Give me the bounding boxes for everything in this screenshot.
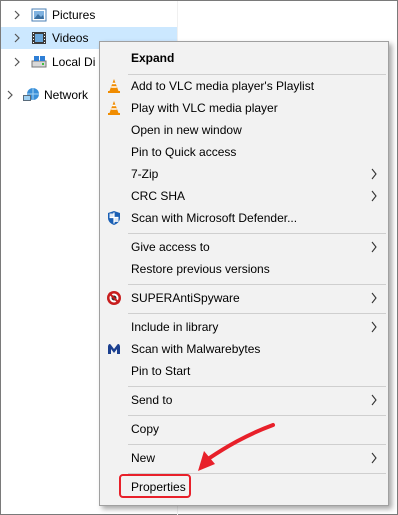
tree-item-label: Local Di [52, 55, 96, 69]
menu-separator [128, 233, 386, 234]
menu-item-send-to[interactable]: Send to [102, 389, 386, 411]
pictures-folder-icon [31, 8, 47, 22]
submenu-arrow-icon [370, 168, 378, 180]
context-menu: Expand Add to VLC media player's Playlis… [99, 41, 389, 506]
submenu-arrow-icon [370, 241, 378, 253]
menu-item-label: 7-Zip [131, 167, 159, 181]
menu-item-restore-versions[interactable]: Restore previous versions [102, 258, 386, 280]
submenu-arrow-icon [370, 394, 378, 406]
tree-item-pictures[interactable]: Pictures [1, 4, 177, 26]
superantispyware-icon [106, 290, 122, 306]
menu-item-label: Scan with Microsoft Defender... [131, 211, 298, 225]
menu-separator [128, 313, 386, 314]
chevron-right-icon[interactable] [11, 56, 23, 68]
menu-item-label: Expand [131, 51, 175, 65]
menu-separator [128, 284, 386, 285]
network-icon [22, 87, 40, 103]
menu-item-label: Pin to Start [131, 364, 191, 378]
menu-item-crc-sha[interactable]: CRC SHA [102, 185, 386, 207]
menu-item-label: Give access to [131, 240, 210, 254]
menu-item-copy[interactable]: Copy [102, 418, 386, 440]
menu-separator [128, 444, 386, 445]
menu-item-give-access[interactable]: Give access to [102, 236, 386, 258]
menu-item-add-to-vlc-playlist[interactable]: Add to VLC media player's Playlist [102, 75, 386, 97]
menu-item-play-with-vlc[interactable]: Play with VLC media player [102, 97, 386, 119]
menu-item-label: Play with VLC media player [131, 101, 278, 115]
chevron-right-icon[interactable] [11, 9, 23, 21]
drive-icon [31, 55, 47, 69]
menu-item-pin-quick-access[interactable]: Pin to Quick access [102, 141, 386, 163]
submenu-arrow-icon [370, 190, 378, 202]
menu-item-label: Scan with Malwarebytes [131, 342, 261, 356]
menu-item-label: SUPERAntiSpyware [131, 291, 240, 305]
menu-separator [128, 386, 386, 387]
malwarebytes-icon [106, 341, 122, 357]
menu-item-label: Open in new window [131, 123, 242, 137]
menu-item-superantispyware[interactable]: SUPERAntiSpyware [102, 287, 386, 309]
defender-shield-icon [106, 210, 122, 226]
menu-item-label: Copy [131, 422, 160, 436]
vlc-cone-icon [106, 78, 122, 94]
menu-item-new[interactable]: New [102, 447, 386, 469]
explorer-window: Pictures Videos Local Di Network Expand … [0, 0, 398, 515]
annotation-highlight-box [119, 474, 191, 498]
menu-item-pin-start[interactable]: Pin to Start [102, 360, 386, 382]
menu-item-label: Restore previous versions [131, 262, 270, 276]
menu-item-include-library[interactable]: Include in library [102, 316, 386, 338]
submenu-arrow-icon [370, 321, 378, 333]
submenu-arrow-icon [370, 452, 378, 464]
chevron-right-icon[interactable] [4, 89, 16, 101]
tree-item-label: Pictures [52, 8, 96, 22]
vlc-cone-icon [106, 100, 122, 116]
submenu-arrow-icon [370, 292, 378, 304]
menu-separator [128, 415, 386, 416]
tree-item-label: Network [44, 88, 89, 102]
tree-item-label: Videos [52, 31, 89, 45]
menu-item-label: Add to VLC media player's Playlist [131, 79, 315, 93]
videos-folder-icon [31, 31, 47, 45]
menu-item-expand[interactable]: Expand [102, 47, 386, 69]
menu-item-label: Pin to Quick access [131, 145, 237, 159]
menu-item-label: CRC SHA [131, 189, 186, 203]
menu-item-7zip[interactable]: 7-Zip [102, 163, 386, 185]
menu-item-scan-defender[interactable]: Scan with Microsoft Defender... [102, 207, 386, 229]
menu-item-label: New [131, 451, 156, 465]
chevron-right-icon[interactable] [11, 32, 23, 44]
menu-item-label: Send to [131, 393, 173, 407]
menu-item-scan-malwarebytes[interactable]: Scan with Malwarebytes [102, 338, 386, 360]
menu-item-label: Include in library [131, 320, 219, 334]
menu-item-open-new-window[interactable]: Open in new window [102, 119, 386, 141]
